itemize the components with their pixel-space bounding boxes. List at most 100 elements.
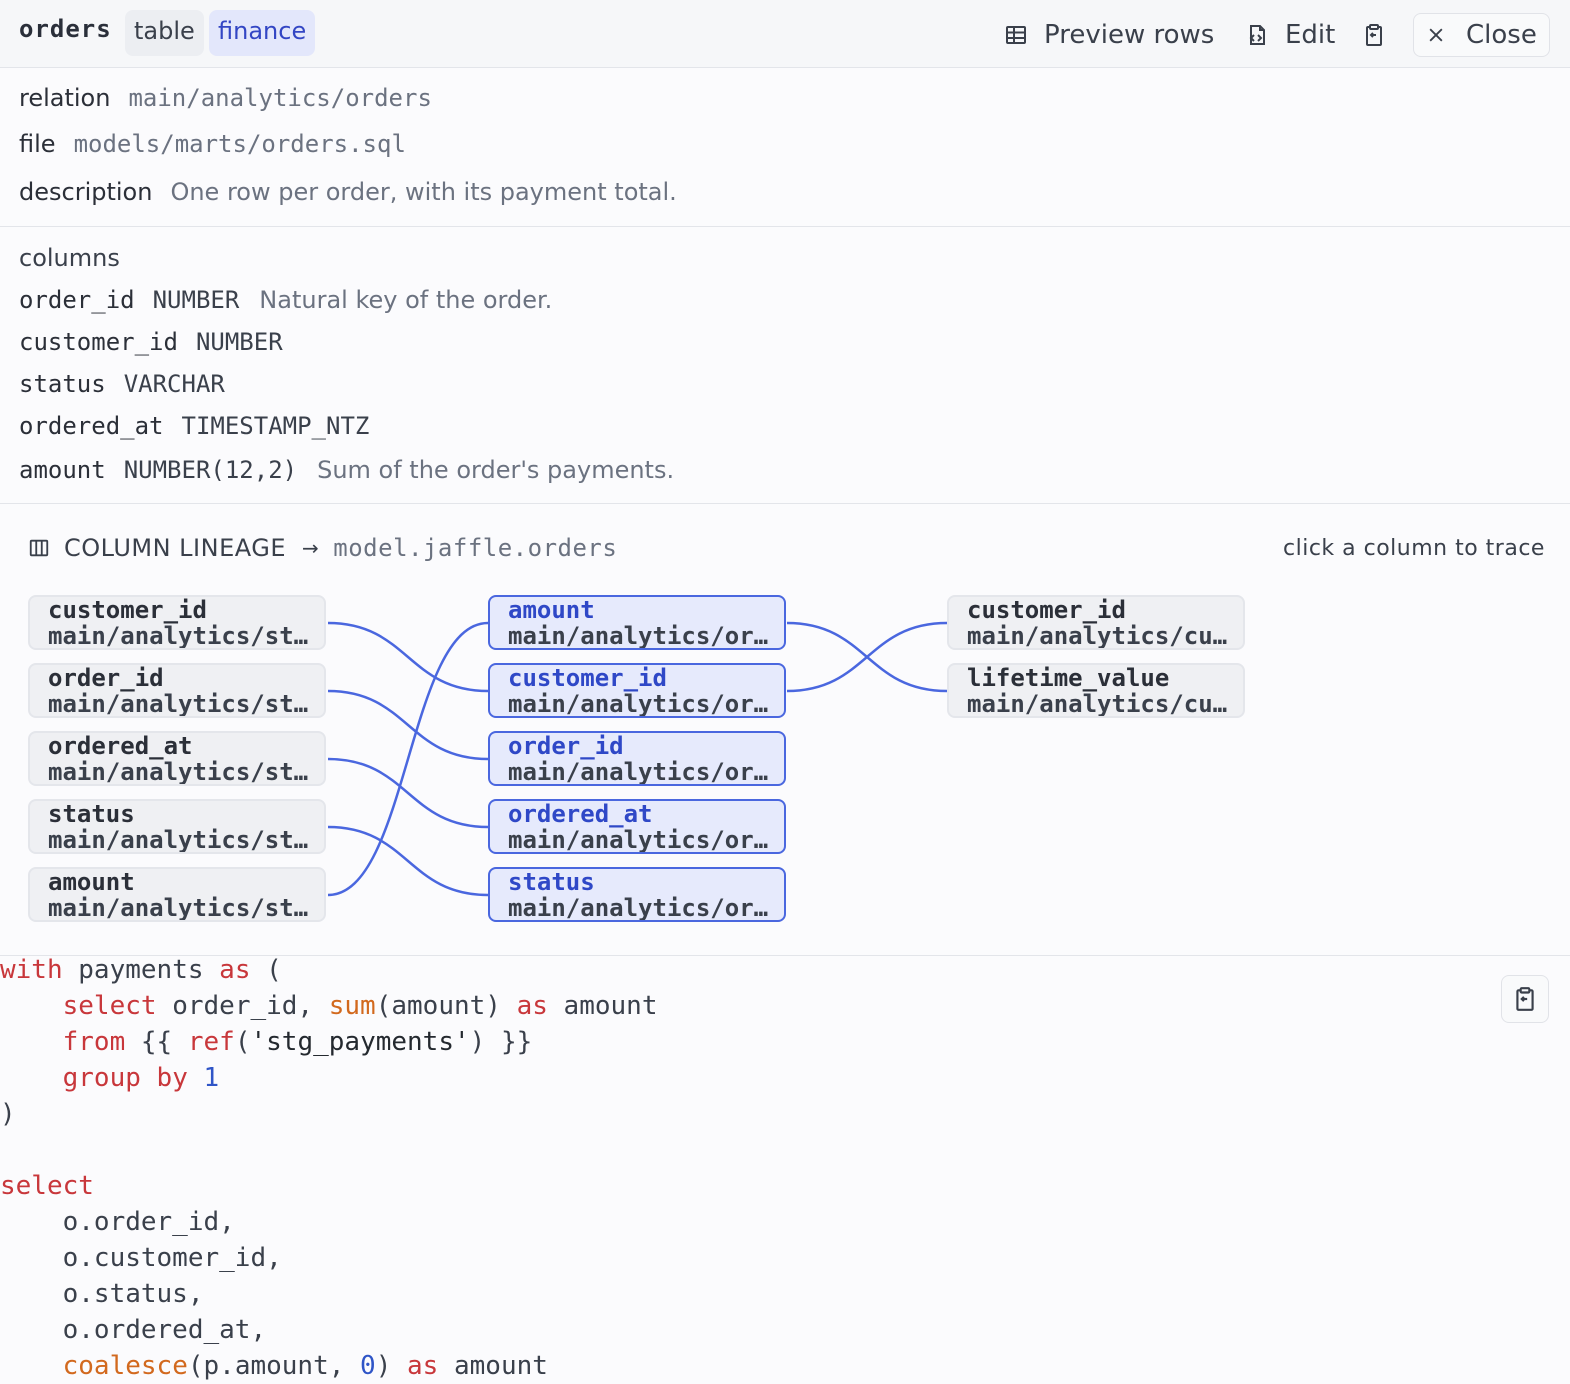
code-token: as xyxy=(407,1351,439,1381)
node-column-name: amount xyxy=(508,596,595,624)
lineage-node-upstream[interactable]: customer_id main/analytics/stg_orders xyxy=(28,595,326,650)
close-icon xyxy=(1429,28,1443,42)
code-line: coalesce(p.amount, 0) as amount xyxy=(0,1348,1570,1384)
lineage-node-downstream[interactable]: customer_id main/analytics/customers xyxy=(947,595,1245,650)
lineage-node-upstream[interactable]: ordered_at main/analytics/stg_orders xyxy=(28,731,326,786)
code-token: amount xyxy=(547,991,658,1021)
node-relation: main/analytics/orders xyxy=(508,827,770,853)
column-type: NUMBER xyxy=(152,286,240,314)
preview-rows-button[interactable]: Preview rows xyxy=(1004,14,1214,56)
column-description: Sum of the order's payments. xyxy=(317,456,675,484)
code-line: o.ordered_at, xyxy=(0,1312,1570,1348)
code-token: select xyxy=(62,991,157,1021)
code-token: (amount) xyxy=(375,991,517,1021)
lineage-node-upstream[interactable]: order_id main/analytics/stg_orders xyxy=(28,663,326,718)
node-column-name: order_id xyxy=(48,664,164,692)
lineage-hint: click a column to trace xyxy=(1283,536,1545,561)
code-token: o.order_id, xyxy=(0,1207,235,1237)
lineage-node-downstream[interactable]: lifetime_value main/analytics/customers xyxy=(947,663,1245,718)
node-column-name: ordered_at xyxy=(48,732,193,760)
columns-heading: columns xyxy=(19,244,120,272)
node-column-name: ordered_at xyxy=(508,800,653,828)
node-column-name: amount xyxy=(48,868,135,896)
lineage-edge xyxy=(327,689,489,761)
file-edit-icon xyxy=(1249,25,1265,45)
lineage-node-current[interactable]: ordered_at main/analytics/orders xyxy=(488,799,786,854)
table-grid-icon xyxy=(1006,26,1026,44)
column-row: customer_id NUMBER xyxy=(19,328,303,356)
code-token: sum xyxy=(328,991,376,1021)
code-token: ref xyxy=(187,1027,235,1057)
node-column-name: customer_id xyxy=(48,596,207,624)
lineage-model: model.jaffle.orders xyxy=(333,534,618,562)
lineage-edge xyxy=(327,621,489,897)
node-column-name: lifetime_value xyxy=(967,664,1170,692)
code-token: group by xyxy=(62,1063,188,1093)
column-name: order_id xyxy=(19,286,135,314)
preview-rows-label: Preview rows xyxy=(1044,20,1215,50)
columns-icon xyxy=(29,539,49,557)
lineage-edge xyxy=(786,621,948,693)
code-token: with xyxy=(0,955,63,985)
edit-label: Edit xyxy=(1285,20,1336,50)
code-token: ( xyxy=(234,1027,251,1057)
node-relation: main/analytics/orders xyxy=(508,895,770,921)
node-column-name: status xyxy=(48,800,135,828)
group-tag[interactable]: finance xyxy=(209,10,316,56)
code-token: ( xyxy=(250,955,282,985)
sql-code-block[interactable]: with payments as ( select order_id, sum(… xyxy=(0,952,1570,1384)
lineage-node-current[interactable]: status main/analytics/orders xyxy=(488,867,786,922)
node-relation: main/analytics/customers xyxy=(967,623,1229,649)
column-name: status xyxy=(19,370,106,398)
node-relation: main/analytics/stg_orders xyxy=(48,827,310,853)
code-token: (p.amount, xyxy=(187,1351,361,1381)
code-line: select order_id, sum(amount) as amount xyxy=(0,988,1570,1024)
code-token: from xyxy=(62,1027,126,1057)
relation-value: main/analytics/orders xyxy=(128,84,432,112)
code-token: as xyxy=(516,991,548,1021)
lineage-node-current[interactable]: order_id main/analytics/orders xyxy=(488,731,786,786)
node-column-name: status xyxy=(508,868,595,896)
code-token: o.customer_id, xyxy=(0,1243,282,1273)
close-label: Close xyxy=(1466,20,1537,50)
column-row: order_id NUMBER Natural key of the order… xyxy=(19,286,552,314)
relation-row: relation main/analytics/orders xyxy=(19,84,432,112)
copy-code-button[interactable] xyxy=(1501,975,1549,1023)
clipboard-icon xyxy=(1516,987,1534,1011)
lineage-node-upstream[interactable]: amount main/analytics/stg_payments xyxy=(28,867,326,922)
code-line: o.status, xyxy=(0,1276,1570,1312)
detail-header: orders table finance Preview rows Edit C… xyxy=(0,0,1570,68)
lineage-node-current[interactable]: amount main/analytics/orders xyxy=(488,595,786,650)
close-button[interactable]: Close xyxy=(1413,13,1550,57)
lineage-edge xyxy=(327,757,489,829)
materialization-tag: table xyxy=(125,10,204,56)
node-column-name: customer_id xyxy=(508,664,667,692)
lineage-node-upstream[interactable]: status main/analytics/stg_orders xyxy=(28,799,326,854)
code-token: order_id, xyxy=(156,991,329,1021)
column-row: status VARCHAR xyxy=(19,370,245,398)
clipboard-icon xyxy=(1366,24,1382,46)
node-relation: main/analytics/stg_orders xyxy=(48,691,310,717)
description-row: description One row per order, with its … xyxy=(19,178,677,206)
edit-button[interactable]: Edit xyxy=(1245,14,1335,56)
node-relation: main/analytics/orders xyxy=(508,623,770,649)
node-relation: main/analytics/stg_orders xyxy=(48,759,310,785)
code-line: with payments as ( xyxy=(0,952,1570,988)
code-token: 1 xyxy=(203,1063,220,1093)
code-token: as xyxy=(219,955,251,985)
lineage-header: COLUMN LINEAGE → model.jaffle.orders xyxy=(28,534,617,562)
code-line: o.customer_id, xyxy=(0,1240,1570,1276)
lineage-node-current[interactable]: customer_id main/analytics/orders xyxy=(488,663,786,718)
column-description: Natural key of the order. xyxy=(259,286,553,314)
section-divider xyxy=(0,503,1570,504)
section-divider xyxy=(0,226,1570,227)
node-relation: main/analytics/orders xyxy=(508,759,770,785)
copy-sql-button[interactable] xyxy=(1362,14,1402,56)
code-line: o.order_id, xyxy=(0,1204,1570,1240)
code-line: select xyxy=(0,1168,1570,1204)
column-row: amount NUMBER(12,2) Sum of the order's p… xyxy=(19,456,674,484)
